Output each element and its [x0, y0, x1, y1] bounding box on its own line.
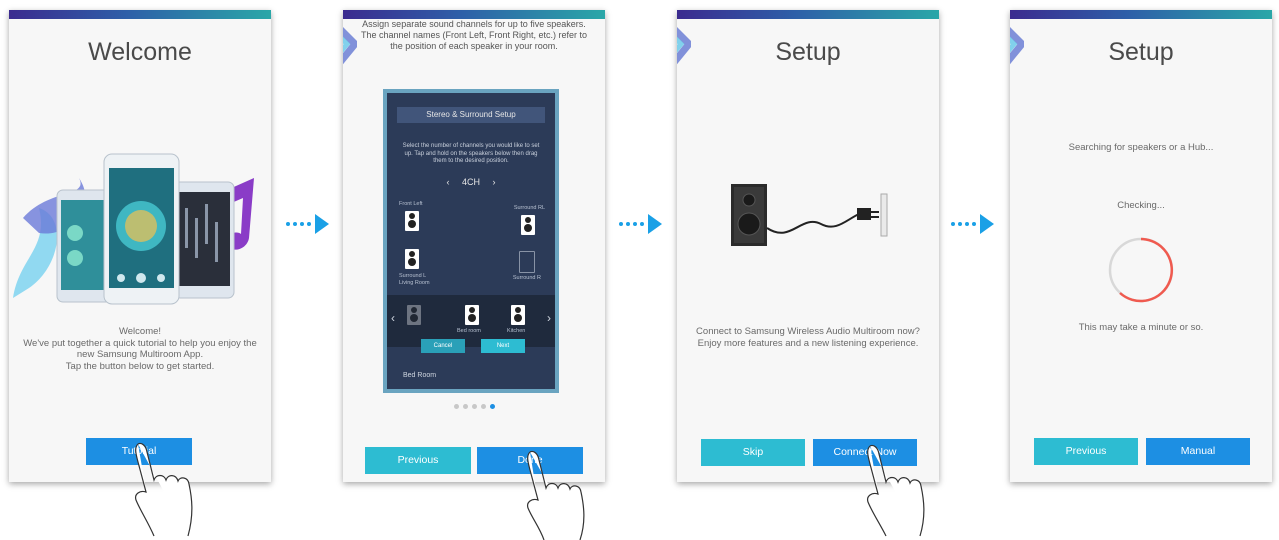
label-living-room: Living Room: [399, 280, 430, 286]
inner-title: Stereo & Surround Setup: [397, 107, 545, 123]
speaker-icon: [407, 305, 421, 325]
chevron-right-icon: ›: [492, 177, 496, 187]
inner-cancel-button: Cancel: [421, 339, 465, 353]
checking-text: Checking...: [1117, 200, 1165, 211]
label-front-left: Front Left: [399, 201, 423, 207]
label-bed-room: Bed room: [457, 328, 481, 334]
chevron-left-icon: ‹: [446, 177, 450, 187]
page-dot[interactable]: [462, 404, 468, 409]
page-dot[interactable]: [471, 404, 477, 409]
page-title: Setup: [1108, 38, 1174, 66]
page-indicator: [343, 396, 605, 414]
setup-search-screen: Setup Searching for speakers or a Hub...…: [1010, 10, 1272, 482]
next-step-arrow-icon: [951, 214, 994, 234]
wait-note: This may take a minute or so.: [1078, 322, 1204, 333]
gradient-top-bar: [9, 10, 271, 19]
tap-hand-icon: [867, 444, 925, 537]
tutorial-intro-text: Assign separate sound channels for up to…: [360, 19, 588, 51]
speaker-tray: ‹ › Bed room Kitchen: [387, 295, 555, 347]
empty-speaker-slot: [519, 251, 535, 273]
tap-hand-icon: [135, 442, 193, 537]
label-bed-room-bottom: Bed Room: [403, 372, 437, 379]
chevron-right-icon: ›: [547, 311, 551, 325]
speaker-icon: [511, 305, 525, 325]
next-step-arrow-icon: [286, 214, 329, 234]
gradient-top-bar: [343, 10, 605, 19]
inner-description: Select the number of channels you would …: [402, 143, 540, 164]
page-dot-active[interactable]: [489, 404, 495, 409]
speaker-icon: [405, 249, 419, 269]
page-title: Setup: [775, 38, 841, 66]
previous-button[interactable]: Previous: [365, 447, 471, 474]
gradient-top-bar: [677, 10, 939, 19]
tutorial-screen: Assign separate sound channels for up to…: [343, 10, 605, 482]
page-dot[interactable]: [453, 404, 459, 409]
channel-value: 4CH: [461, 177, 480, 187]
label-surround-l: Surround L: [399, 273, 427, 279]
connect-message: Connect to Samsung Wireless Audio Multir…: [696, 326, 920, 349]
loading-spinner-icon: [1108, 237, 1174, 303]
tap-hand-icon: [527, 450, 585, 540]
speaker-icon: [465, 305, 479, 325]
speaker-power-icon: [731, 184, 888, 246]
welcome-screen: Welcome Welcome! We've put together a qu…: [9, 10, 271, 482]
label-surround-rl: Surround RL: [513, 205, 545, 211]
searching-text: Searching for speakers or a Hub...: [1068, 142, 1214, 153]
manual-button[interactable]: Manual: [1146, 438, 1250, 465]
label-surround-r: Surround R: [512, 275, 541, 281]
page-dot[interactable]: [480, 404, 486, 409]
skip-button[interactable]: Skip: [701, 439, 805, 466]
setup-connect-screen: Setup Connect to Samsung Wireless Audio …: [677, 10, 939, 482]
page-title: Welcome: [88, 38, 192, 66]
tutorial-preview: Stereo & Surround Setup Select the numbe…: [383, 89, 559, 393]
label-kitchen: Kitchen: [507, 328, 526, 334]
inner-next-button: Next: [481, 339, 525, 353]
app-phones-illustration: [13, 153, 254, 305]
speaker-icon: [521, 215, 535, 235]
speaker-icon: [405, 211, 419, 231]
app-logo-icon: [343, 27, 357, 65]
previous-button[interactable]: Previous: [1034, 438, 1138, 465]
welcome-message: Welcome! We've put together a quick tuto…: [23, 326, 257, 372]
gradient-top-bar: [1010, 10, 1272, 19]
chevron-left-icon: ‹: [391, 311, 395, 325]
channel-selector: ‹ 4CH ›: [387, 177, 555, 187]
next-step-arrow-icon: [619, 214, 662, 234]
